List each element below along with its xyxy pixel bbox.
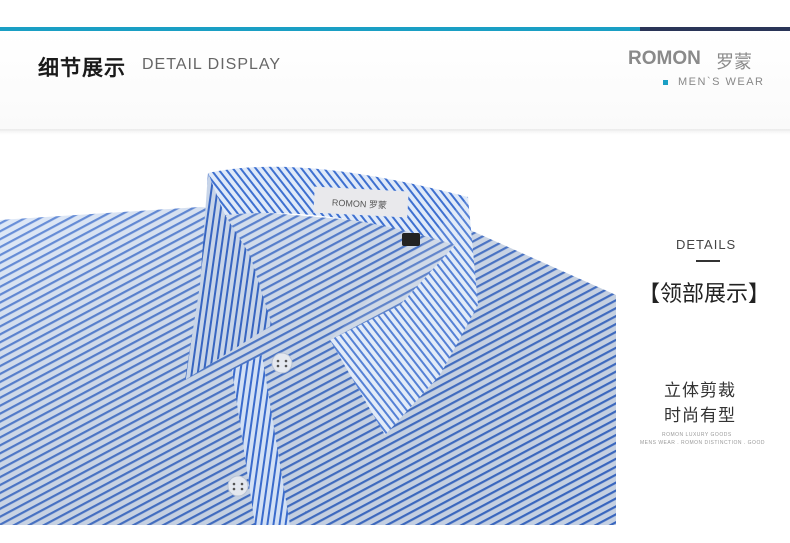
brand-logo-cn: 罗蒙	[716, 52, 752, 73]
shirt-collar-photo: ROMON 罗蒙	[0, 135, 616, 525]
details-heading: 【领部展示】	[638, 282, 771, 307]
section-title-en: DETAIL DISPLAY	[142, 56, 282, 73]
fine-print-1: ROMON LUXURY GOODS	[662, 432, 732, 438]
details-label: DETAILS	[676, 237, 737, 252]
description-line-1: 立体剪裁	[664, 381, 736, 401]
placket-button	[227, 475, 249, 497]
collar-button	[271, 352, 293, 374]
subbrand-text: MEN`S WEAR	[678, 76, 765, 88]
details-divider	[696, 260, 720, 262]
section-title-cn: 细节展示	[38, 56, 126, 80]
subbrand-square-icon	[663, 80, 668, 85]
fine-print-2: MENS WEAR . ROMON DISTINCTION . GOOD	[640, 440, 765, 446]
description-line-2: 时尚有型	[664, 406, 736, 426]
collar-tab	[402, 233, 420, 246]
brand-logo-text: ROMON	[628, 48, 701, 69]
